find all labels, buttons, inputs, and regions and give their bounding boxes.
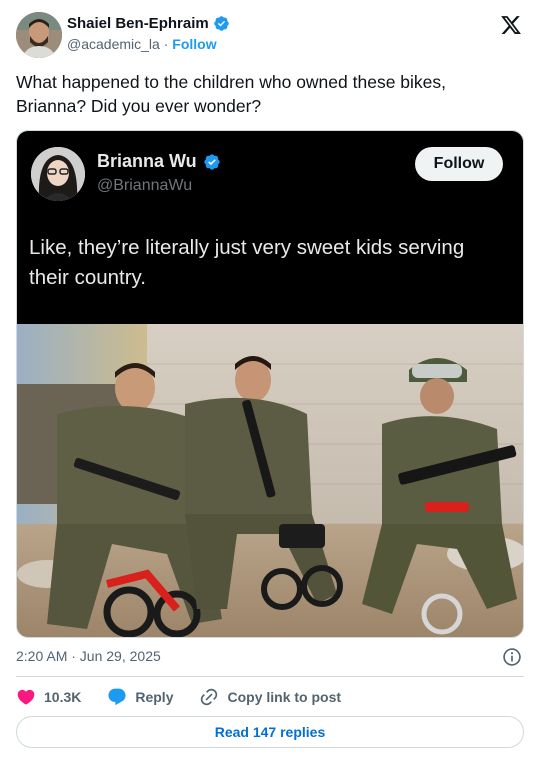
info-icon[interactable] xyxy=(502,647,522,667)
author-handle[interactable]: @academic_la xyxy=(67,36,160,52)
embedded-author-name: Brianna Wu xyxy=(97,151,221,172)
author-name[interactable]: Shaiel Ben-Ephraim xyxy=(67,15,209,32)
soldiers-photo xyxy=(17,324,523,637)
separator-dot: · xyxy=(163,36,169,52)
reply-bubble-icon xyxy=(108,688,126,706)
embedded-verified-badge-icon xyxy=(204,153,220,170)
embedded-post-screenshot: Brianna Wu @BriannaWu Follow Like, they’… xyxy=(17,131,523,324)
like-count: 10.3K xyxy=(44,689,82,705)
copy-link-button[interactable]: Copy link to post xyxy=(199,687,341,707)
embedded-avatar xyxy=(31,147,85,201)
follow-link[interactable]: Follow xyxy=(172,36,216,52)
reply-button[interactable]: Reply xyxy=(107,687,173,707)
embedded-author-handle: @BriannaWu xyxy=(97,177,193,194)
read-replies-button[interactable]: Read 147 replies xyxy=(16,716,524,748)
post-timestamp[interactable]: 2:20 AM · Jun 29, 2025 xyxy=(16,648,161,664)
heart-icon xyxy=(17,689,35,705)
embedded-author-name-text: Brianna Wu xyxy=(97,151,197,171)
author-handle-row: @academic_la · Follow xyxy=(67,36,230,52)
tweet-media[interactable]: Brianna Wu @BriannaWu Follow Like, they’… xyxy=(16,130,524,638)
embedded-post-text: Like, they’re literally just very sweet … xyxy=(29,236,465,289)
action-bar: 10.3K Reply Copy link to post xyxy=(16,686,341,708)
copy-link-label: Copy link to post xyxy=(227,689,342,705)
reply-label: Reply xyxy=(135,689,174,705)
tweet-card: Shaiel Ben-Ephraim @academic_la · Follow… xyxy=(0,0,540,764)
link-icon xyxy=(201,688,218,706)
x-logo-icon[interactable] xyxy=(500,14,522,36)
verified-badge-icon xyxy=(213,16,229,31)
author-avatar[interactable] xyxy=(16,12,62,58)
author-block: Shaiel Ben-Ephraim @academic_la · Follow xyxy=(67,15,230,52)
like-button[interactable]: 10.3K xyxy=(16,687,81,707)
tweet-text: What happened to the children who owned … xyxy=(16,72,447,116)
embedded-follow-button: Follow xyxy=(415,147,503,181)
footer-divider xyxy=(16,676,524,677)
